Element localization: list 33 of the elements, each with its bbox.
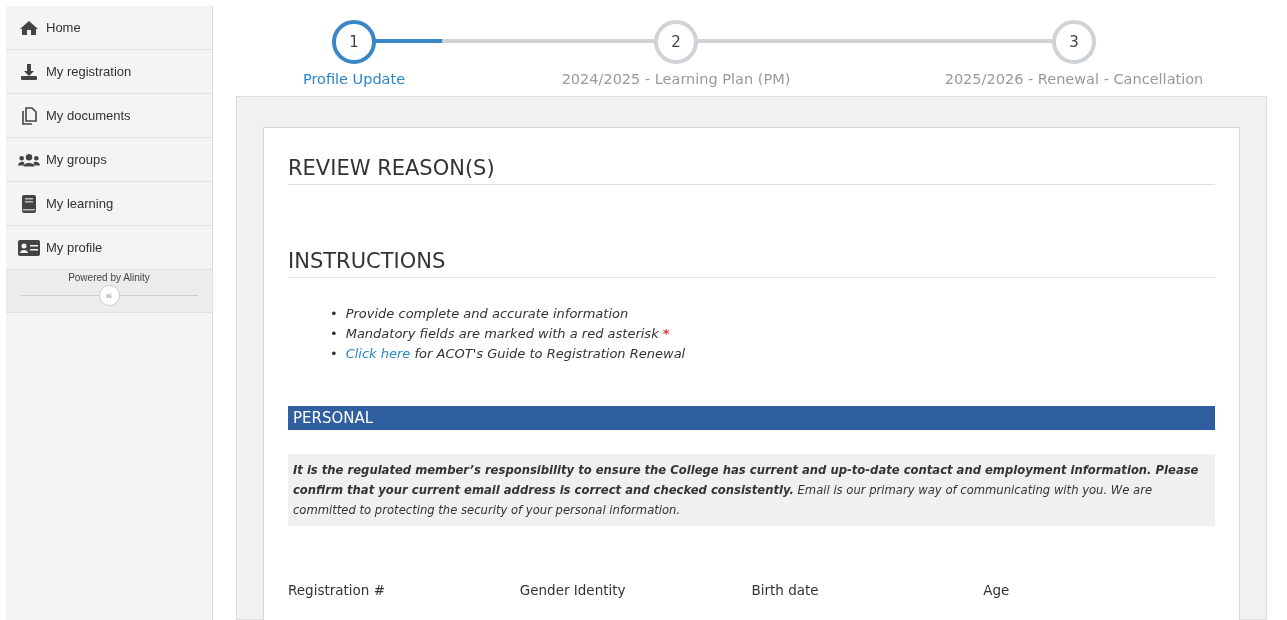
field-label: Gender Identity <box>519 582 627 598</box>
section-heading: REVIEW REASON(S) <box>288 156 1215 185</box>
powered-by-text: Powered by Alinity <box>67 272 151 283</box>
nav-item[interactable]: My registration <box>6 50 212 94</box>
nav-item[interactable]: My documents <box>6 94 212 138</box>
instruction-text: Provide complete and accurate information <box>345 305 629 323</box>
field-label: Birth date <box>751 582 820 598</box>
nav-item[interactable]: My learning <box>6 182 212 226</box>
home-icon <box>19 19 39 36</box>
book-icon <box>22 194 36 213</box>
download-icon <box>20 62 38 81</box>
step-circle[interactable]: 3 <box>1052 20 1096 64</box>
guide-link[interactable]: Click here <box>345 346 411 361</box>
step-circle[interactable]: 2 <box>654 20 698 64</box>
field-label: Age <box>983 582 1011 598</box>
collapse-button[interactable]: « <box>98 285 120 306</box>
groups-icon <box>18 151 40 168</box>
bullet: • <box>330 305 338 323</box>
bullet: • <box>330 325 338 343</box>
nav-item[interactable]: My groups <box>6 138 212 182</box>
step-circle[interactable]: 1 <box>332 20 376 64</box>
step-label[interactable]: Profile Update <box>302 71 406 87</box>
bullet: • <box>330 345 338 363</box>
instruction-text: Click here for ACOT's Guide to Registration Renewal <box>345 345 686 363</box>
field-label: Registration # <box>288 582 386 598</box>
id-card-icon <box>18 239 40 256</box>
section-heading: INSTRUCTIONS <box>288 249 1215 278</box>
section-title-bar: PERSONAL <box>288 406 1215 430</box>
instruction-text: Mandatory fields are marked with a red asterisk <box>345 325 659 343</box>
documents-icon <box>21 106 37 125</box>
notice-text: It is the regulated member’s responsibility to ensure the College has current and up-to-date contact and employment information. Please confirm that your current email address is correct and checked consistently. Email is our primary way of communicating with you. We are committed to protecting the security of your personal information. <box>288 454 1215 526</box>
nav-item[interactable]: Home <box>6 6 212 50</box>
required-asterisk: * <box>662 325 670 343</box>
